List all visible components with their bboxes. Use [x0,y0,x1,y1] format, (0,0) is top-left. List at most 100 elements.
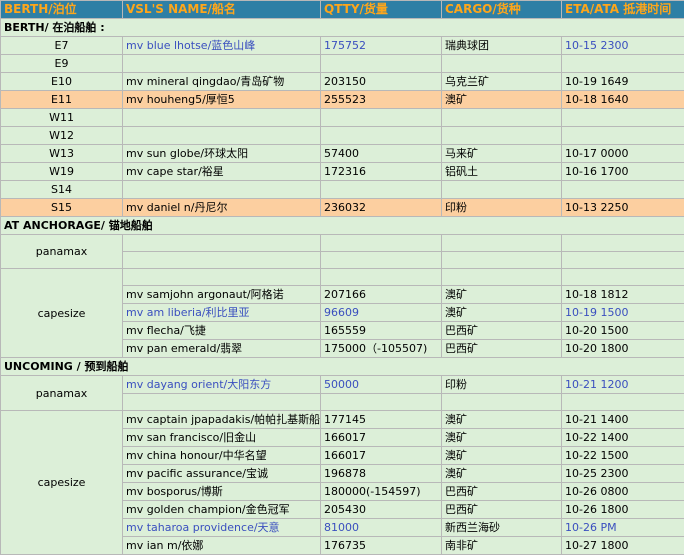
quantity-cell [321,55,442,73]
eta-cell: 10-25 2300 [562,465,684,483]
quantity-cell: 176735 [321,537,442,555]
header-row: BERTH/泊位 VSL'S NAME/船名 QTTY/货量 CARGO/货种 … [1,1,684,19]
section-row-anchorage: AT ANCHORAGE/ 锚地船舶 [1,217,684,235]
cargo-cell [442,109,562,127]
vessel-name-cell: mv blue lhotse/蓝色山峰 [123,37,321,55]
vessel-name-cell: mv daniel n/丹尼尔 [123,199,321,217]
vessel-name-cell: mv samjohn argonaut/阿格诺 [123,286,321,304]
quantity-cell: 96609 [321,304,442,322]
quantity-cell: 81000 [321,519,442,537]
vessel-name-cell: mv bosporus/博斯 [123,483,321,501]
berth-cell: E7 [1,37,123,55]
cargo-cell: 澳矿 [442,91,562,109]
vessel-name-cell: mv houheng5/厚恒5 [123,91,321,109]
berth-cell: W19 [1,163,123,181]
vessel-name-cell: mv golden champion/金色冠军 [123,501,321,519]
vessel-class-label: capesize [1,269,123,358]
header-cell-cargo: CARGO/货种 [442,1,562,19]
vessel-class-label: panamax [1,235,123,269]
eta-cell [562,55,684,73]
quantity-cell: 50000 [321,376,442,394]
vessel-schedule-table: BERTH/泊位 VSL'S NAME/船名 QTTY/货量 CARGO/货种 … [0,0,684,555]
eta-cell: 10-22 1500 [562,447,684,465]
eta-cell: 10-20 1500 [562,322,684,340]
empty-cell [321,235,442,252]
eta-cell [562,181,684,199]
vessel-name-cell: mv pan emerald/翡翠 [123,340,321,358]
table-row: S14 [1,181,684,199]
berth-cell: E10 [1,73,123,91]
table-row: panamaxmv dayang orient/大阳东方50000印粉10-21… [1,376,684,394]
cargo-cell: 巴西矿 [442,322,562,340]
cargo-cell: 新西兰海砂 [442,519,562,537]
cargo-cell: 巴西矿 [442,340,562,358]
section-title-berth: BERTH/ 在泊船舶 : [1,19,684,37]
section-title-incoming: UNCOMING / 预到船舶 [1,358,684,376]
berth-cell: S14 [1,181,123,199]
eta-cell: 10-18 1640 [562,91,684,109]
header-cell-eta: ETA/ATA 抵港时间 [562,1,684,19]
empty-cell [321,269,442,286]
berth-cell: W12 [1,127,123,145]
quantity-cell [321,127,442,145]
vessel-name-cell: mv pacific assurance/宝诚 [123,465,321,483]
vessel-name-cell: mv cape star/裕星 [123,163,321,181]
empty-cell [123,394,321,411]
berth-cell: W13 [1,145,123,163]
empty-cell [562,269,684,286]
header-cell-vessel: VSL'S NAME/船名 [123,1,321,19]
quantity-cell [321,109,442,127]
cargo-cell: 澳矿 [442,465,562,483]
quantity-cell: 57400 [321,145,442,163]
vessel-name-cell: mv mineral qingdao/青岛矿物 [123,73,321,91]
eta-cell: 10-15 2300 [562,37,684,55]
table-row: E11mv houheng5/厚恒5255523澳矿10-18 1640 [1,91,684,109]
cargo-cell: 巴西矿 [442,501,562,519]
berth-cell: E11 [1,91,123,109]
cargo-cell: 铝矾土 [442,163,562,181]
quantity-cell: 205430 [321,501,442,519]
berth-cell: E9 [1,55,123,73]
eta-cell: 10-26 1800 [562,501,684,519]
cargo-cell: 南非矿 [442,537,562,555]
cargo-cell: 澳矿 [442,429,562,447]
vessel-name-cell: mv dayang orient/大阳东方 [123,376,321,394]
eta-cell [562,109,684,127]
eta-cell: 10-26 PM [562,519,684,537]
vessel-name-cell: mv am liberia/利比里亚 [123,304,321,322]
cargo-cell [442,55,562,73]
vessel-name-cell [123,127,321,145]
vessel-name-cell: mv captain jpapadakis/帕帕扎基斯船 [123,411,321,429]
cargo-cell: 澳矿 [442,286,562,304]
quantity-cell: 166017 [321,429,442,447]
cargo-cell [442,181,562,199]
table-row: W13mv sun globe/环球太阳57400马来矿10-17 0000 [1,145,684,163]
quantity-cell: 255523 [321,91,442,109]
cargo-cell: 澳矿 [442,447,562,465]
header-cell-berth: BERTH/泊位 [1,1,123,19]
eta-cell: 10-19 1649 [562,73,684,91]
table-row: W12 [1,127,684,145]
eta-cell: 10-27 1800 [562,537,684,555]
cargo-cell: 乌克兰矿 [442,73,562,91]
eta-cell: 10-19 1500 [562,304,684,322]
empty-cell [442,235,562,252]
table-row: capesizemv captain jpapadakis/帕帕扎基斯船1771… [1,411,684,429]
section-row-incoming: UNCOMING / 预到船舶 [1,358,684,376]
quantity-cell: 207166 [321,286,442,304]
eta-cell: 10-13 2250 [562,199,684,217]
empty-cell [123,235,321,252]
berth-cell: S15 [1,199,123,217]
empty-cell [123,252,321,269]
table-row: S15mv daniel n/丹尼尔236032印粉10-13 2250 [1,199,684,217]
eta-cell: 10-20 1800 [562,340,684,358]
table-row: E9 [1,55,684,73]
quantity-cell: 166017 [321,447,442,465]
cargo-cell: 印粉 [442,199,562,217]
quantity-cell: 175752 [321,37,442,55]
header-cell-qty: QTTY/货量 [321,1,442,19]
empty-cell [562,252,684,269]
quantity-cell: 203150 [321,73,442,91]
cargo-cell: 印粉 [442,376,562,394]
vessel-name-cell: mv sun globe/环球太阳 [123,145,321,163]
